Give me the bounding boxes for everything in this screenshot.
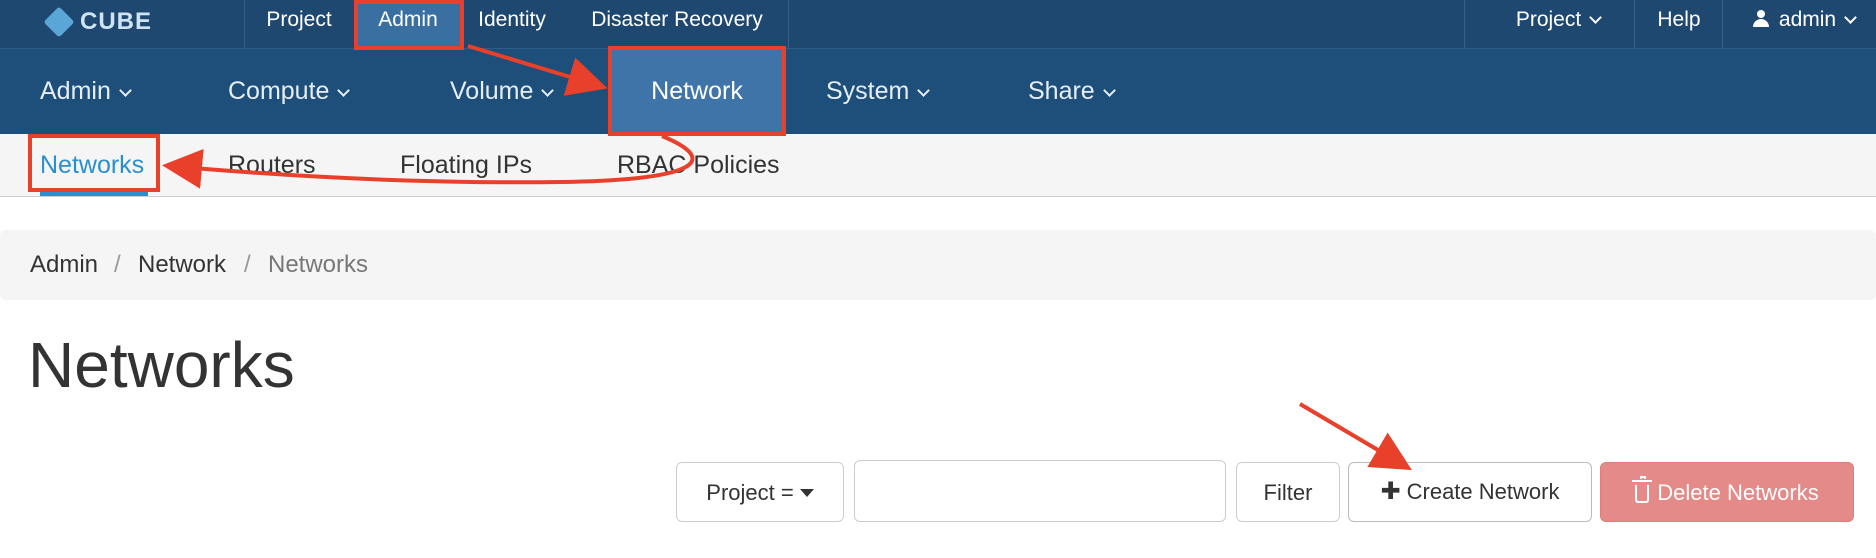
nav-system-label: System [826,77,910,105]
logo-text: CUBE [80,8,153,35]
filter-field-select[interactable]: Project = [676,462,844,522]
divider [1464,0,1465,48]
delete-networks-button[interactable]: Delete Networks [1600,462,1854,522]
plus-icon: ✚ [1380,478,1401,505]
page-title: Networks [28,329,295,401]
subnav-rbac-policies[interactable]: RBAC Policies [617,134,780,196]
topnav-project[interactable]: Project [256,0,342,48]
nav-share-label: Share [1028,77,1095,105]
user-icon [1752,10,1769,28]
user-menu[interactable]: admin [1742,0,1866,48]
chevron-down-icon [1589,11,1603,24]
divider [244,0,245,48]
divider [1634,0,1635,48]
user-name: admin [1778,8,1837,31]
filter-button[interactable]: Filter [1236,462,1340,522]
breadcrumb-networks: Networks [268,251,369,278]
nav-admin[interactable]: Admin [40,48,132,134]
topnav-disaster-recovery[interactable]: Disaster Recovery [580,0,774,48]
delete-networks-label: Delete Networks [1657,480,1819,505]
chevron-down-icon [337,84,351,97]
subnav-routers[interactable]: Routers [228,134,316,196]
divider [788,0,789,48]
help-link[interactable]: Help [1650,0,1708,48]
breadcrumb-network[interactable]: Network [138,230,226,300]
arrow-to-create-network [1298,402,1412,471]
divider [1722,0,1723,48]
active-tab-indicator [40,192,148,196]
topnav-identity[interactable]: Identity [472,0,552,48]
filter-search-input[interactable] [854,460,1226,522]
chevron-down-icon [541,84,555,97]
topnav-admin[interactable]: Admin [356,0,460,48]
chevron-down-icon [119,84,132,97]
filter-field-label: Project = [706,480,794,505]
trash-icon [1632,476,1653,503]
caret-down-icon [799,489,814,497]
nav-admin-label: Admin [40,77,111,105]
nav-system[interactable]: System [826,48,931,134]
chevron-down-icon [1102,84,1116,97]
project-dropdown-label: Project [1515,8,1582,31]
chevron-down-icon [1844,11,1857,24]
nav-share[interactable]: Share [1028,48,1116,134]
nav-volume[interactable]: Volume [450,48,555,134]
project-dropdown[interactable]: Project [1508,0,1608,48]
breadcrumb-admin[interactable]: Admin [30,230,98,300]
subnav-floating-ips[interactable]: Floating IPs [400,134,532,196]
nav-compute-label: Compute [228,77,330,105]
brand-logo[interactable]: CUBE [43,4,153,40]
breadcrumb-separator: / [114,251,121,278]
create-network-button[interactable]: ✚ Create Network [1348,462,1592,522]
nav-network[interactable]: Network [611,48,783,134]
logo-diamond-icon [43,6,75,38]
nav-volume-label: Volume [450,77,534,105]
create-network-label: Create Network [1406,479,1560,504]
nav-compute[interactable]: Compute [228,48,351,134]
chevron-down-icon [917,84,931,97]
breadcrumb-separator: / [244,251,251,278]
subnav-networks[interactable]: Networks [40,134,144,196]
